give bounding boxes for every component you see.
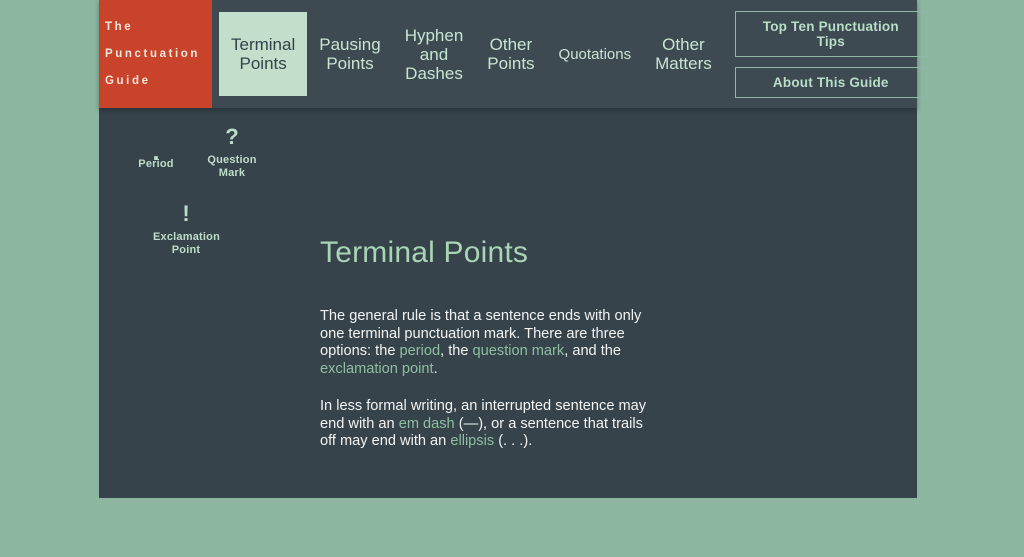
period-icon: . bbox=[152, 136, 160, 166]
link-em-dash[interactable]: em dash bbox=[399, 416, 455, 432]
nav-item-other-matters[interactable]: Other Matters bbox=[643, 29, 724, 79]
logo-line-3: Guide bbox=[105, 74, 151, 87]
primary-navigation: Terminal Points Pausing Points Hyphen an… bbox=[212, 0, 724, 108]
period-label: Period bbox=[138, 158, 174, 170]
punctuation-mark-question[interactable]: ? Question Mark bbox=[199, 126, 265, 180]
link-exclamation-point[interactable]: exclamation point bbox=[320, 361, 434, 377]
p2-text-3: (. . .). bbox=[494, 433, 533, 449]
exclamation-point-icon: ! bbox=[182, 201, 190, 226]
paragraph-informal-writing: In less formal writing, an interrupted s… bbox=[320, 398, 650, 451]
top-ten-punctuation-tips-button[interactable]: Top Ten Punctuation Tips bbox=[734, 10, 927, 57]
punctuation-mark-period[interactable]: . Period bbox=[123, 138, 189, 171]
paragraph-general-rule: The general rule is that a sentence ends… bbox=[320, 308, 650, 378]
link-period[interactable]: period bbox=[400, 343, 441, 359]
site-logo[interactable]: The Punctuation Guide bbox=[99, 0, 212, 108]
punctuation-mark-list: . Period ? Question Mark ! Exclamation P… bbox=[99, 108, 309, 498]
page-title: Terminal Points bbox=[320, 236, 529, 269]
punctuation-mark-exclamation[interactable]: ! Exclamation Point bbox=[153, 201, 221, 257]
nav-item-terminal-points[interactable]: Terminal Points bbox=[219, 12, 308, 96]
nav-item-other-points[interactable]: Other Points bbox=[475, 29, 546, 79]
logo-line-2: Punctuation bbox=[105, 47, 201, 60]
link-ellipsis[interactable]: ellipsis bbox=[450, 433, 494, 449]
nav-item-hyphen-and-dashes[interactable]: Hyphen and Dashes bbox=[393, 20, 476, 89]
site-container: The Punctuation Guide Terminal Points Pa… bbox=[99, 0, 927, 498]
about-this-guide-button[interactable]: About This Guide bbox=[734, 66, 927, 98]
content-panel: . Period ? Question Mark ! Exclamation P… bbox=[99, 108, 917, 498]
p1-text-2: , the bbox=[440, 343, 473, 359]
exclamation-point-label: Exclamation Point bbox=[153, 231, 221, 256]
p1-text-3: , and the bbox=[564, 343, 622, 359]
header-button-group: Top Ten Punctuation Tips About This Guid… bbox=[724, 0, 937, 108]
nav-item-pausing-points[interactable]: Pausing Points bbox=[307, 29, 392, 79]
nav-item-quotations[interactable]: Quotations bbox=[547, 39, 644, 70]
p1-text-4: . bbox=[433, 360, 438, 377]
link-question-mark[interactable]: question mark bbox=[473, 343, 565, 359]
site-header: The Punctuation Guide Terminal Points Pa… bbox=[99, 0, 927, 108]
question-mark-icon: ? bbox=[225, 124, 239, 149]
main-content: Terminal Points The general rule is that… bbox=[320, 236, 650, 451]
question-mark-label: Question Mark bbox=[207, 154, 257, 179]
logo-line-1: The bbox=[105, 20, 134, 33]
